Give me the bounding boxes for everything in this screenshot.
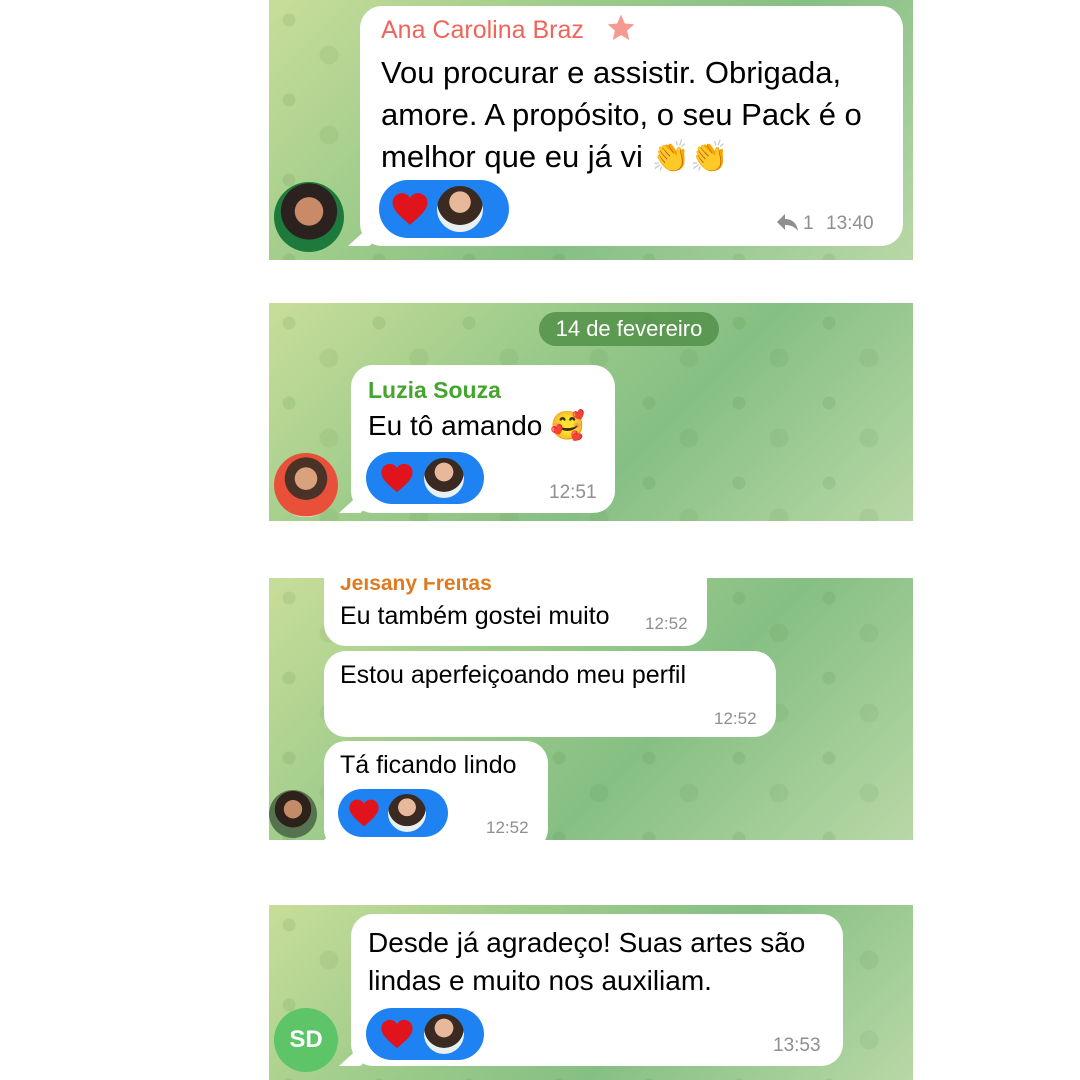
sender-name[interactable]: Luzia Souza bbox=[368, 377, 501, 404]
message-bubble[interactable]: Estou aperfeiçoando meu perfil 12:52 bbox=[324, 651, 776, 737]
message-line: Vou procurar e assistir. Obrigada, bbox=[381, 55, 842, 90]
chat-panel-1: Ana Carolina Braz Vou procurar e assisti… bbox=[269, 0, 913, 260]
message-time: 12:52 bbox=[486, 818, 529, 837]
message-text: Estou aperfeiçoando meu perfil bbox=[340, 661, 687, 689]
avatar[interactable] bbox=[269, 790, 317, 838]
message-bubble[interactable]: Ana Carolina Braz Vou procurar e assisti… bbox=[360, 6, 903, 246]
message-time: 12:51 bbox=[549, 482, 597, 503]
chat-panel-3: Jeisany Freitas Eu também gostei muito 1… bbox=[269, 578, 913, 840]
avatar[interactable]: SD bbox=[274, 1008, 338, 1072]
message-line: amore. A propósito, o seu Pack é o bbox=[381, 97, 862, 132]
avatar[interactable] bbox=[274, 182, 344, 252]
message-time: 13:53 bbox=[773, 1035, 821, 1056]
message-bubble[interactable]: Jeisany Freitas Eu também gostei muito 1… bbox=[324, 578, 707, 646]
avatar-initials: SD bbox=[289, 1026, 323, 1053]
message-text: Tá ficando lindo bbox=[340, 751, 517, 779]
message-bubble[interactable]: Luzia Souza Eu tô amando 🥰 12:51 bbox=[351, 365, 615, 513]
chat-panel-4: Desde já agradeço! Suas artes são lindas… bbox=[269, 905, 913, 1080]
message-bubble[interactable]: Desde já agradeço! Suas artes são lindas… bbox=[351, 914, 843, 1066]
message-time: 12:52 bbox=[645, 614, 688, 633]
reaction-pill[interactable] bbox=[366, 1008, 484, 1060]
heart-icon bbox=[376, 1013, 418, 1055]
reactor-avatar bbox=[435, 184, 485, 234]
reactor-avatar bbox=[386, 792, 428, 834]
reaction-pill[interactable] bbox=[366, 452, 484, 504]
avatar[interactable] bbox=[274, 453, 338, 517]
message-line: lindas e muito nos auxiliam. bbox=[368, 965, 712, 996]
star-icon bbox=[607, 14, 635, 40]
heart-icon bbox=[346, 792, 382, 834]
reply-icon bbox=[777, 214, 798, 231]
message-text: Eu tô amando 🥰 bbox=[368, 410, 585, 441]
chat-panel-2: 14 de fevereiro Luzia Souza Eu tô amando… bbox=[269, 303, 913, 521]
sender-name[interactable]: Ana Carolina Braz bbox=[381, 16, 584, 45]
reply-count: 1 bbox=[803, 213, 814, 234]
date-separator: 14 de fevereiro bbox=[539, 312, 719, 346]
reaction-pill[interactable] bbox=[338, 789, 448, 837]
message-time: 12:52 bbox=[714, 709, 757, 728]
reaction-pill[interactable] bbox=[379, 180, 509, 238]
message-text: Desde já agradeço! Suas artes são lindas… bbox=[368, 924, 805, 1000]
message-text: Vou procurar e assistir. Obrigada, amore… bbox=[381, 52, 896, 178]
heart-icon bbox=[389, 188, 431, 230]
message-time: 13:40 bbox=[826, 213, 874, 234]
heart-icon bbox=[376, 457, 418, 499]
message-line: melhor que eu já vi 👏👏 bbox=[381, 139, 729, 174]
message-text: Eu também gostei muito bbox=[340, 602, 610, 630]
reactor-avatar bbox=[422, 456, 466, 500]
message-line: Desde já agradeço! Suas artes são bbox=[368, 927, 806, 958]
reactor-avatar bbox=[422, 1012, 466, 1056]
message-bubble[interactable]: Tá ficando lindo 12:52 bbox=[324, 741, 548, 840]
sender-name[interactable]: Jeisany Freitas bbox=[340, 578, 492, 596]
